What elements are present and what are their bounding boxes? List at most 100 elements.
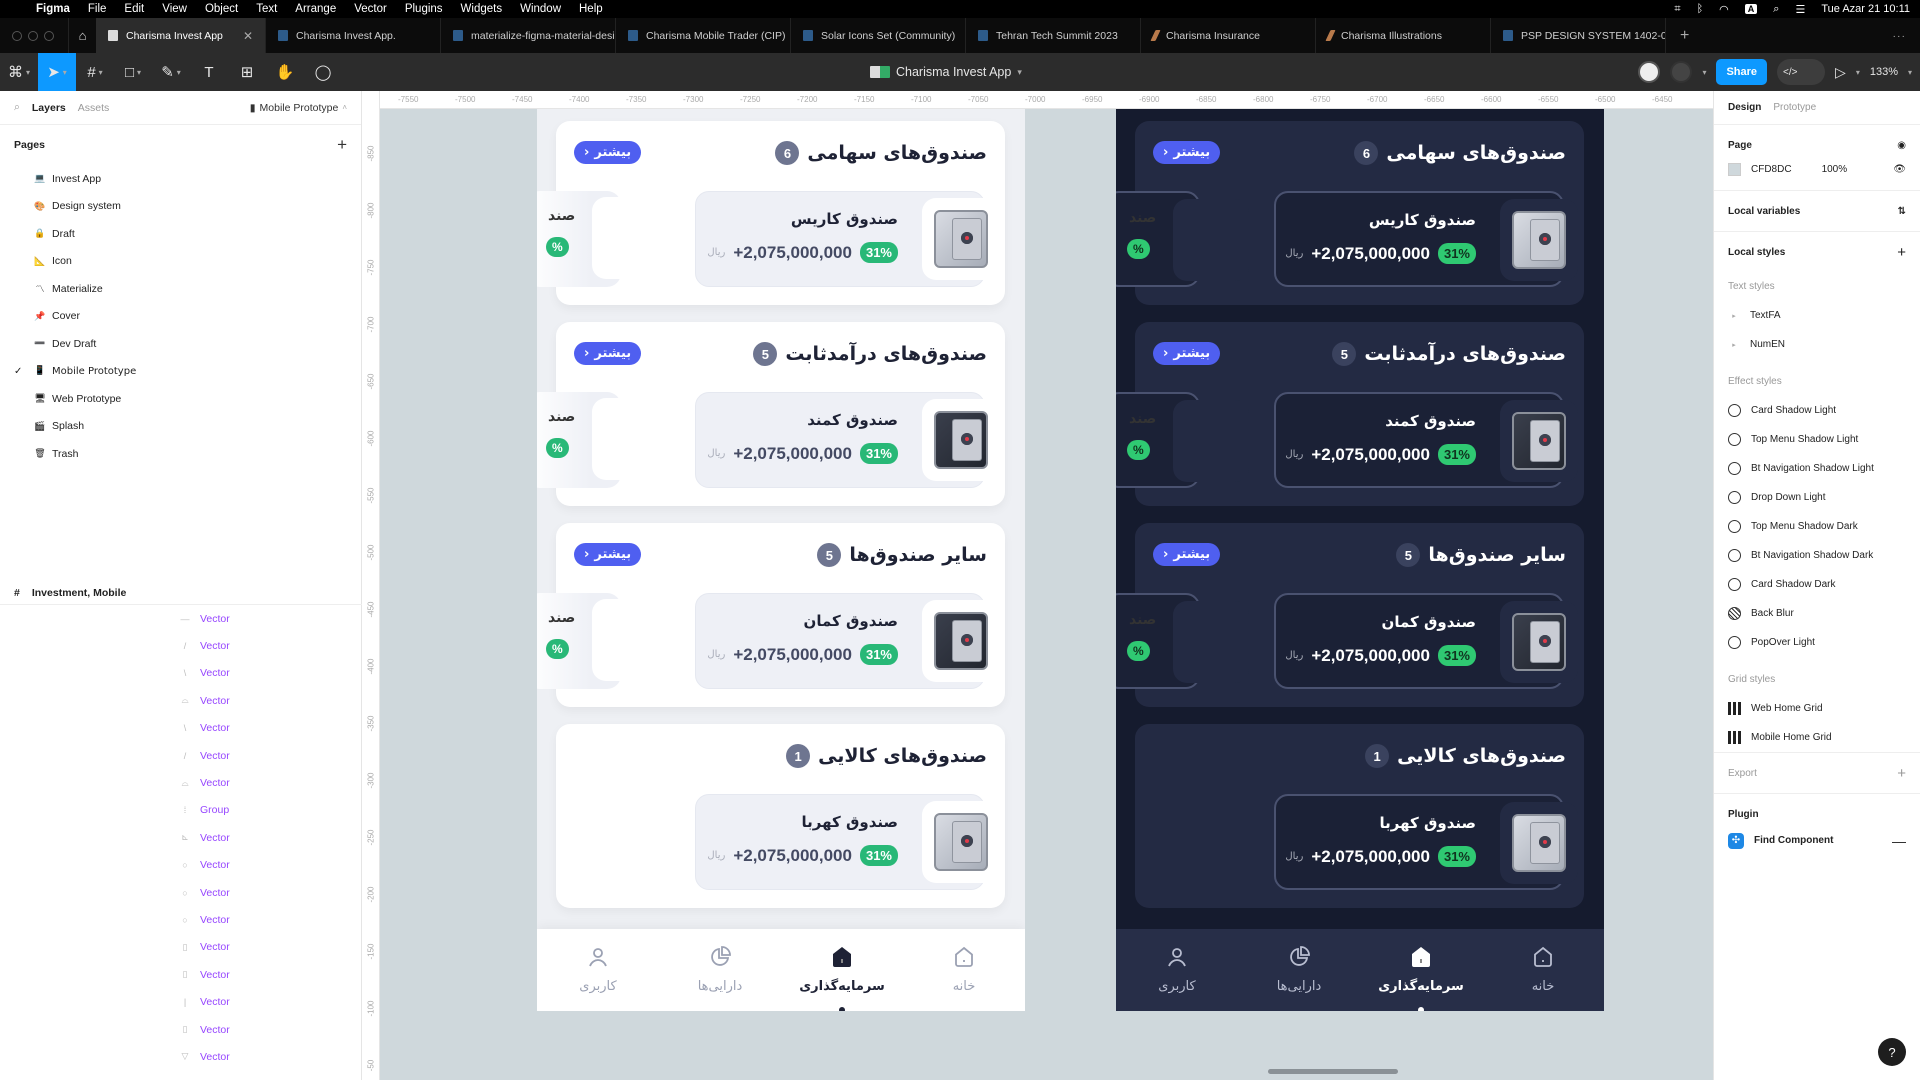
fund-card[interactable]: صندوق کاریس 31% +2,075,000,000 ریال bbox=[1274, 191, 1578, 287]
fund-card[interactable]: صندوق کاریس 31% +2,075,000,000 ریال bbox=[695, 191, 1000, 287]
menu-arrange[interactable]: Arrange bbox=[295, 3, 336, 15]
comment-tool-button[interactable]: ◯ bbox=[304, 53, 342, 91]
layer-item[interactable]: ○ Vector bbox=[0, 852, 362, 879]
tab-prototype[interactable]: Prototype bbox=[1773, 102, 1816, 113]
local-variables-heading[interactable]: Local variables bbox=[1728, 206, 1800, 217]
layer-item[interactable]: ⁞ Group bbox=[0, 797, 362, 824]
nav-item[interactable]: خانه bbox=[1482, 929, 1604, 1011]
page-color-swatch[interactable] bbox=[1728, 163, 1741, 176]
help-button[interactable]: ? bbox=[1878, 1038, 1906, 1066]
page-item-draft[interactable]: 🔒 Draft bbox=[0, 220, 361, 248]
layer-item[interactable]: / Vector bbox=[0, 742, 362, 769]
fund-card-peek[interactable]: صند% bbox=[1116, 593, 1249, 689]
fund-card-peek[interactable]: صند% bbox=[537, 392, 668, 488]
page-item-trash[interactable]: 🗑 Trash bbox=[0, 440, 361, 468]
minimize-window-button[interactable] bbox=[28, 30, 38, 41]
add-style-button[interactable]: + bbox=[1897, 244, 1906, 261]
tab-file[interactable]: Solar Icons Set (Community) bbox=[791, 18, 966, 53]
layer-item[interactable]: \ Vector bbox=[0, 715, 362, 742]
dev-mode-toggle[interactable]: </> bbox=[1777, 59, 1826, 85]
layer-item[interactable]: ○ Vector bbox=[0, 906, 362, 933]
tab-file[interactable]: materialize-figma-material-desi bbox=[441, 18, 616, 53]
effect-style-item[interactable]: Top Menu Shadow Dark bbox=[1728, 512, 1906, 541]
page-item-invest-app[interactable]: 💻 Invest App bbox=[0, 165, 361, 193]
figma-status-icon[interactable]: ⌗ bbox=[1674, 3, 1680, 16]
move-tool-button[interactable]: ➤ ▾ bbox=[38, 53, 76, 91]
text-tool-button[interactable]: T bbox=[190, 53, 228, 91]
menu-app[interactable]: Figma bbox=[36, 3, 70, 15]
page-item-materialize[interactable]: 〽 Materialize bbox=[0, 275, 361, 303]
menu-plugins[interactable]: Plugins bbox=[405, 3, 443, 15]
fund-card-peek[interactable]: صند% bbox=[537, 191, 668, 287]
chevron-down-icon[interactable]: ▾ bbox=[1856, 68, 1860, 77]
shape-tool-button[interactable]: □ ▾ bbox=[114, 53, 152, 91]
clock[interactable]: Tue Azar 21 10:11 bbox=[1821, 3, 1910, 15]
layer-item[interactable]: / Vector bbox=[0, 632, 362, 659]
mobile-frame-dark[interactable]: صندوق‌های سهامی 6 بیشتر ‹ صند% صندوق کاریس 3… bbox=[1116, 109, 1604, 1011]
layer-item[interactable]: | Vector bbox=[0, 988, 362, 1015]
page-item-web-prototype[interactable]: 🖥 Web Prototype bbox=[0, 385, 361, 413]
layer-frame-investment-mobile[interactable]: # Investment, Mobile bbox=[0, 581, 362, 605]
more-button[interactable]: بیشتر ‹ bbox=[1153, 141, 1221, 164]
home-icon[interactable]: ⌂ bbox=[68, 18, 96, 53]
fund-card[interactable]: صندوق کهربا 31% +2,075,000,000 ریال bbox=[695, 794, 1000, 890]
fund-card[interactable]: صندوق کمان 31% +2,075,000,000 ریال bbox=[1274, 593, 1578, 689]
effect-style-item[interactable]: PopOver Light bbox=[1728, 628, 1906, 657]
layer-item[interactable]: ▯ Vector bbox=[0, 934, 362, 961]
nav-item[interactable]: دارایی‌ها bbox=[659, 929, 781, 1011]
add-export-button[interactable]: + bbox=[1897, 765, 1906, 782]
fund-card[interactable]: صندوق کمند 31% +2,075,000,000 ریال bbox=[695, 392, 1000, 488]
plugin-item[interactable]: ✣ Find Component — bbox=[1728, 826, 1906, 855]
tab-file[interactable]: Charisma Mobile Trader (CIP) bbox=[616, 18, 791, 53]
menu-vector[interactable]: Vector bbox=[354, 3, 387, 15]
fund-card-peek[interactable]: صند% bbox=[537, 593, 668, 689]
page-item-icon[interactable]: 📐 Icon bbox=[0, 248, 361, 276]
mobile-frame-light[interactable]: صندوق‌های سهامی 6 بیشتر ‹ صند% صندوق کاریس 3… bbox=[537, 109, 1025, 1011]
frame-tool-button[interactable]: # ▾ bbox=[76, 53, 114, 91]
more-tabs-icon[interactable]: ··· bbox=[1879, 18, 1920, 53]
more-button[interactable]: بیشتر ‹ bbox=[1153, 543, 1221, 566]
page-item-design-system[interactable]: 🎨 Design system bbox=[0, 193, 361, 221]
menu-file[interactable]: File bbox=[88, 3, 107, 15]
add-page-button[interactable]: + bbox=[337, 135, 347, 155]
chevron-down-icon[interactable]: ▾ bbox=[1908, 68, 1912, 77]
text-style-item[interactable]: ▸ NumEN bbox=[1728, 330, 1906, 359]
share-button[interactable]: Share bbox=[1716, 59, 1768, 85]
pen-tool-button[interactable]: ✎ ▾ bbox=[152, 53, 190, 91]
control-center-icon[interactable]: ☰ bbox=[1795, 3, 1805, 16]
page-item-splash[interactable]: 🎬 Splash bbox=[0, 413, 361, 441]
spotlight-search-icon[interactable]: ⌕ bbox=[1773, 3, 1779, 16]
menu-view[interactable]: View bbox=[162, 3, 187, 15]
nav-item[interactable]: سرمایه‌گذاری bbox=[781, 929, 903, 1011]
user-avatar[interactable] bbox=[1670, 61, 1693, 83]
search-icon[interactable]: ⌕ bbox=[14, 101, 20, 114]
tab-layers[interactable]: Layers bbox=[32, 102, 66, 114]
file-title[interactable]: Charisma Invest App ▾ bbox=[870, 53, 1022, 91]
layer-item[interactable]: — Vector bbox=[0, 605, 362, 632]
effect-style-item[interactable]: Card Shadow Dark bbox=[1728, 570, 1906, 599]
fund-card[interactable]: صندوق کمند 31% +2,075,000,000 ریال bbox=[1274, 392, 1578, 488]
bluetooth-icon[interactable]: ᛒ bbox=[1697, 3, 1704, 15]
page-item-mobile-prototype[interactable]: ✓ 📱 Mobile Prototype bbox=[0, 358, 361, 386]
menu-object[interactable]: Object bbox=[205, 3, 238, 15]
layer-item[interactable]: \ Vector bbox=[0, 660, 362, 687]
layer-item[interactable]: ▯ Vector bbox=[0, 1016, 362, 1043]
tab-charisma-invest-app[interactable]: Charisma Invest App ✕ bbox=[96, 18, 266, 53]
layer-item[interactable]: ⊾ Vector bbox=[0, 824, 362, 851]
page-opacity[interactable]: 100% bbox=[1822, 164, 1848, 175]
menu-text[interactable]: Text bbox=[256, 3, 277, 15]
variables-icon[interactable]: ⇅ bbox=[1898, 206, 1906, 217]
layer-item[interactable]: ▽ Vector bbox=[0, 1043, 362, 1070]
tab-file[interactable]: Tehran Tech Summit 2023 bbox=[966, 18, 1141, 53]
tab-design[interactable]: Design bbox=[1728, 102, 1761, 113]
fund-card[interactable]: صندوق کمان 31% +2,075,000,000 ریال bbox=[695, 593, 1000, 689]
page-item-cover[interactable]: 📌 Cover bbox=[0, 303, 361, 331]
page-color-hex[interactable]: CFD8DC bbox=[1751, 164, 1792, 175]
menu-widgets[interactable]: Widgets bbox=[461, 3, 503, 15]
text-style-item[interactable]: ▸ TextFA bbox=[1728, 301, 1906, 330]
effect-style-item[interactable]: Bt Navigation Shadow Light bbox=[1728, 454, 1906, 483]
main-menu-button[interactable]: ⌘ ▾ bbox=[0, 53, 38, 91]
remove-plugin-icon[interactable]: — bbox=[1892, 833, 1906, 849]
nav-item[interactable]: دارایی‌ها bbox=[1238, 929, 1360, 1011]
close-window-button[interactable] bbox=[12, 30, 22, 41]
